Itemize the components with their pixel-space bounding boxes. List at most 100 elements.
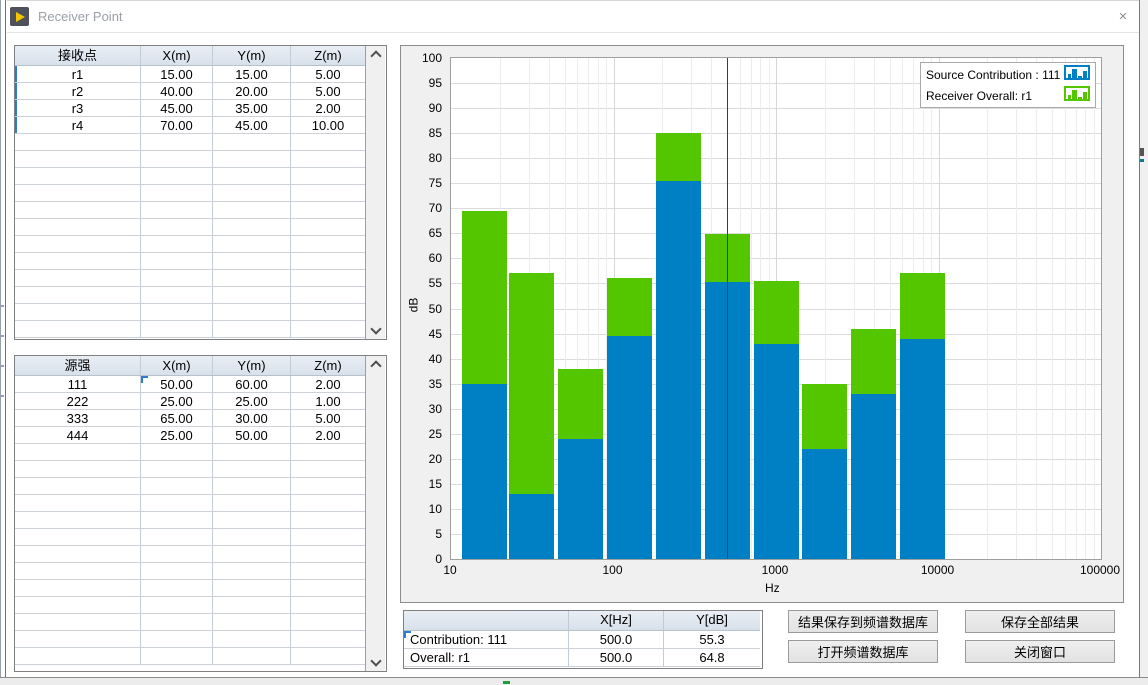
- scroll-up-icon[interactable]: [366, 46, 385, 63]
- table-cell: [15, 168, 141, 185]
- table-row[interactable]: [15, 253, 365, 270]
- table-cell: [15, 444, 141, 461]
- table-cell: [213, 461, 291, 478]
- overall-bar-segment: [558, 369, 603, 439]
- source-table-panel: 源强X(m)Y(m)Z(m)11150.0060.002.0022225.002…: [14, 355, 387, 672]
- table-row[interactable]: [15, 134, 365, 151]
- table-row[interactable]: [15, 151, 365, 168]
- overall-bar-segment: [802, 384, 847, 449]
- table-row[interactable]: [15, 512, 365, 529]
- table-row[interactable]: [15, 495, 365, 512]
- table-cell: [213, 631, 291, 648]
- table-row[interactable]: [15, 287, 365, 304]
- table-row[interactable]: [15, 614, 365, 631]
- table-cell: [141, 287, 213, 304]
- table-cell: [141, 563, 213, 580]
- x-tick-label: 100000: [1080, 563, 1120, 577]
- table-row[interactable]: [15, 444, 365, 461]
- cursor-readout-table: X[Hz]Y[dB]Contribution: 111500.055.3Over…: [404, 611, 760, 668]
- table-row[interactable]: [15, 202, 365, 219]
- receiver-point-window: Receiver Point × 接收点X(m)Y(m)Z(m)r115.001…: [0, 0, 1148, 685]
- table-row[interactable]: r115.0015.005.00: [15, 66, 365, 83]
- table-row[interactable]: [15, 168, 365, 185]
- table-row[interactable]: [15, 631, 365, 648]
- grid-line: [1085, 58, 1086, 559]
- table-row[interactable]: Overall: r1500.064.8: [404, 649, 760, 667]
- scroll-up-icon[interactable]: [366, 356, 385, 373]
- table-cell: [141, 168, 213, 185]
- table-row[interactable]: 11150.0060.002.00: [15, 376, 365, 393]
- table-row[interactable]: 44425.0050.002.00: [15, 427, 365, 444]
- table-row[interactable]: [15, 580, 365, 597]
- table-cell: [291, 151, 365, 168]
- scroll-down-icon[interactable]: [366, 322, 385, 339]
- y-tick-label: 10: [402, 502, 442, 516]
- column-header: Y(m): [213, 356, 291, 375]
- save-all-results-button[interactable]: 保存全部结果: [965, 610, 1115, 633]
- close-window-button[interactable]: 关闭窗口: [965, 640, 1115, 663]
- table-row[interactable]: 22225.0025.001.00: [15, 393, 365, 410]
- receiver-table-scrollbar[interactable]: [366, 46, 385, 339]
- table-cell: [291, 597, 365, 614]
- table-cell: [291, 529, 365, 546]
- overall-bar-segment: [656, 133, 701, 181]
- open-spectrum-db-button[interactable]: 打开频谱数据库: [788, 640, 938, 663]
- scroll-down-icon[interactable]: [366, 654, 385, 671]
- table-row[interactable]: [15, 461, 365, 478]
- table-row[interactable]: [15, 546, 365, 563]
- table-cell: 10.00: [291, 117, 365, 134]
- table-row[interactable]: [15, 478, 365, 495]
- chart-plot[interactable]: [450, 57, 1102, 560]
- table-row[interactable]: [15, 648, 365, 665]
- table-cell: 64.8: [664, 649, 760, 667]
- y-tick-label: 70: [402, 201, 442, 215]
- table-row[interactable]: [15, 321, 365, 338]
- table-cell: 65.00: [141, 410, 213, 427]
- y-tick-label: 30: [402, 402, 442, 416]
- chart-x-axis-label: Hz: [765, 581, 780, 595]
- table-cell: 25.00: [141, 427, 213, 444]
- table-row[interactable]: [15, 219, 365, 236]
- chart-cursor-line[interactable]: [727, 58, 728, 559]
- legend-item[interactable]: Source Contribution : 111: [921, 64, 1095, 85]
- y-tick-label: 75: [402, 176, 442, 190]
- table-cell: [213, 512, 291, 529]
- table-cell: [141, 134, 213, 151]
- table-row[interactable]: r240.0020.005.00: [15, 83, 365, 100]
- source-table[interactable]: 源强X(m)Y(m)Z(m)11150.0060.002.0022225.002…: [15, 356, 366, 671]
- table-row[interactable]: Contribution: 111500.055.3: [404, 631, 760, 649]
- column-header: Y[dB]: [664, 611, 760, 630]
- legend-item[interactable]: Receiver Overall: r1: [921, 85, 1095, 106]
- table-row[interactable]: [15, 529, 365, 546]
- chart-y-axis-label: dB: [406, 298, 420, 313]
- column-header: X[Hz]: [569, 611, 664, 630]
- table-row[interactable]: [15, 185, 365, 202]
- table-cell: [213, 202, 291, 219]
- table-cell: [291, 614, 365, 631]
- table-cell: [291, 478, 365, 495]
- contribution-bar-segment: [509, 494, 554, 559]
- table-cell: [213, 151, 291, 168]
- table-cell: 40.00: [141, 83, 213, 100]
- source-table-scrollbar[interactable]: [366, 356, 385, 671]
- y-tick-label: 45: [402, 327, 442, 341]
- table-cell: [141, 202, 213, 219]
- receiver-point-table[interactable]: 接收点X(m)Y(m)Z(m)r115.0015.005.00r240.0020…: [15, 46, 366, 339]
- save-results-to-spectrum-db-button[interactable]: 结果保存到频谱数据库: [788, 610, 938, 633]
- table-cell: 55.3: [664, 631, 760, 649]
- table-row[interactable]: r470.0045.0010.00: [15, 117, 365, 134]
- table-cell: [15, 321, 141, 338]
- table-row[interactable]: [15, 270, 365, 287]
- table-cell: [213, 495, 291, 512]
- table-row[interactable]: [15, 304, 365, 321]
- table-cell: [213, 219, 291, 236]
- table-row[interactable]: 33365.0030.005.00: [15, 410, 365, 427]
- table-cell: [213, 444, 291, 461]
- table-row[interactable]: [15, 563, 365, 580]
- table-row[interactable]: [15, 236, 365, 253]
- table-row[interactable]: r345.0035.002.00: [15, 100, 365, 117]
- close-icon[interactable]: ×: [1110, 7, 1136, 27]
- table-cell: [213, 270, 291, 287]
- table-row[interactable]: [15, 597, 365, 614]
- table-cell: [15, 478, 141, 495]
